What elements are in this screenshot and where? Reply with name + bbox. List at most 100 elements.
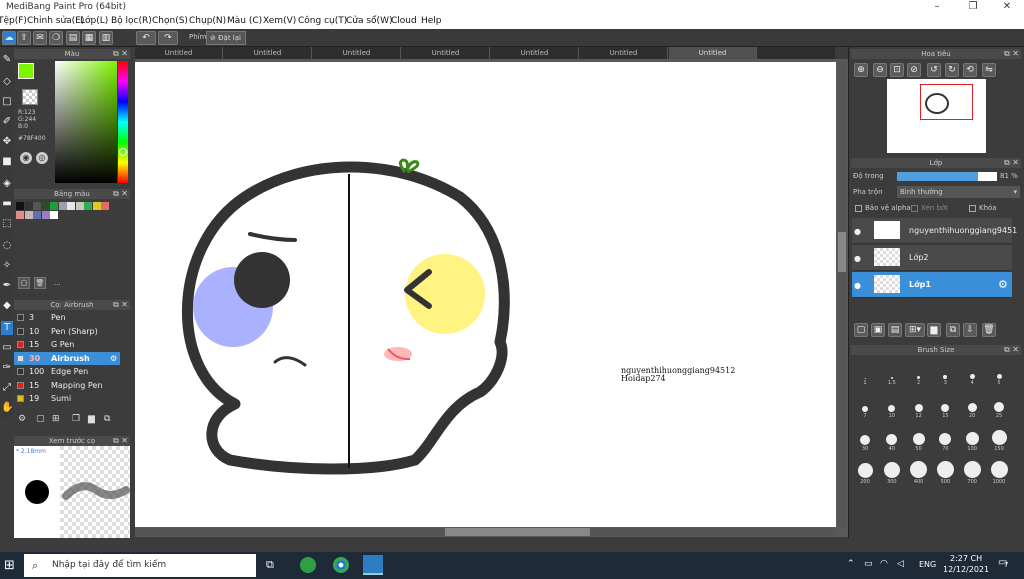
palette-swatch[interactable]	[50, 211, 58, 219]
language-indicator[interactable]: ENG	[919, 560, 936, 569]
foreground-color-swatch[interactable]	[18, 63, 34, 79]
select-eraser-icon[interactable]: ◆	[1, 299, 13, 313]
brush-size-cell[interactable]: 40	[879, 423, 905, 455]
brush-size-cell[interactable]: 4	[959, 357, 985, 389]
upload-icon[interactable]: ⇧	[17, 31, 31, 45]
palette-swatch[interactable]	[67, 202, 75, 210]
duplicate-layer-icon[interactable]: ⧉	[946, 323, 960, 337]
palette-swatch[interactable]	[101, 202, 109, 210]
pen-icon[interactable]: ✐	[1, 115, 13, 129]
dotted-select-icon[interactable]: ⬚	[1, 217, 13, 231]
brush-list-item[interactable]: 10 Pen (Sharp)	[14, 325, 120, 338]
move-icon[interactable]: ✥	[1, 135, 13, 149]
palette-settings-icon[interactable]: ◎	[36, 152, 48, 164]
menu-capture[interactable]: Chụp(N)	[189, 14, 226, 29]
cloud-icon[interactable]: ☁	[2, 31, 16, 45]
layer-row[interactable]: ● Lớp2	[852, 245, 1012, 271]
eraser-icon[interactable]: ◇	[1, 75, 13, 89]
new-brush-icon[interactable]: ▢	[36, 414, 45, 424]
add-layer-menu-icon[interactable]: ⊞▾	[905, 323, 925, 337]
undo-icon[interactable]: ↶	[136, 31, 156, 45]
brush-icon[interactable]: ✎	[1, 53, 13, 67]
menu-view[interactable]: Xem(V)	[263, 14, 296, 29]
chat-icon[interactable]: ❍	[49, 31, 63, 45]
menu-tools[interactable]: Công cụ(T)	[298, 14, 347, 29]
panel-close-icon[interactable]: ⧉ ✕	[113, 300, 128, 310]
palette-more[interactable]: ...	[54, 279, 61, 287]
menu-filter[interactable]: Bộ lọc(R)	[111, 14, 152, 29]
brush-size-cell[interactable]: 10	[879, 390, 905, 422]
menu-edit[interactable]: Chỉnh sửa(E)	[27, 14, 84, 29]
eyedropper-icon[interactable]: ✑	[1, 361, 13, 375]
trash-icon[interactable]: 🗑	[34, 277, 46, 289]
brush-settings-icon[interactable]: ⚙	[18, 414, 26, 424]
palette-swatch[interactable]	[50, 202, 58, 210]
add-palette-icon[interactable]: ▢	[18, 277, 30, 289]
new-layer-icon[interactable]: ▢	[854, 323, 868, 337]
taskbar-search[interactable]: ⌕ Nhập tại đây để tìm kiếm	[24, 554, 256, 577]
panel-close-icon[interactable]: ⧉ ✕	[113, 49, 128, 59]
flip-icon[interactable]: ⇋	[982, 63, 996, 77]
medibang-app-icon[interactable]	[363, 555, 383, 575]
reset-rotation-icon[interactable]: ⟲	[963, 63, 977, 77]
eye-icon[interactable]: ●	[854, 254, 861, 263]
brush-list-item[interactable]: 3 Pen	[14, 311, 120, 324]
menu-help[interactable]: Help	[421, 14, 442, 29]
brush-list-item[interactable]: 19 Sumi	[14, 392, 120, 405]
brush-size-cell[interactable]: 7	[852, 390, 878, 422]
grid-icon[interactable]: ▦	[82, 31, 96, 45]
brush-size-cell[interactable]: 150	[986, 423, 1012, 455]
clock-date[interactable]: 12/12/2021	[943, 565, 989, 574]
palette-swatch[interactable]	[33, 202, 41, 210]
redo-icon[interactable]: ↷	[158, 31, 178, 45]
brush-size-cell[interactable]: 200	[852, 456, 878, 488]
brush-list-item[interactable]: 15 Mapping Pen	[14, 379, 120, 392]
bucket-icon[interactable]: ◈	[1, 177, 13, 191]
panel-close-icon[interactable]: ⧉ ✕	[1004, 158, 1019, 168]
layer-row-selected[interactable]: ● Lớp1 ⚙	[852, 272, 1012, 298]
palette-swatch[interactable]	[92, 202, 101, 210]
tab-untitled-active[interactable]: Untitled	[669, 47, 757, 59]
panel-close-icon[interactable]: ⧉ ✕	[113, 189, 128, 199]
text-icon[interactable]: T	[1, 321, 13, 335]
maximize-button[interactable]: ❐	[956, 0, 990, 14]
brush-size-cell[interactable]: 3	[932, 357, 958, 389]
clock-time[interactable]: 2:27 CH	[950, 554, 982, 563]
panel-close-icon[interactable]: ⧉ ✕	[1004, 345, 1019, 355]
rotate-right-icon[interactable]: ↻	[945, 63, 959, 77]
minimize-button[interactable]: –	[920, 0, 954, 14]
hue-slider[interactable]	[118, 61, 128, 183]
reset-button[interactable]: ⊘ Đặt lại	[206, 31, 246, 45]
brush-size-cell[interactable]: 25	[986, 390, 1012, 422]
tab-untitled[interactable]: Untitled	[313, 47, 401, 59]
brush-size-cell[interactable]: 2	[906, 357, 932, 389]
palette-swatch[interactable]	[16, 211, 24, 219]
merge-down-icon[interactable]: ⇩	[963, 323, 977, 337]
menu-select[interactable]: Chọn(S)	[152, 14, 188, 29]
brush-size-cell[interactable]: 1	[852, 357, 878, 389]
fill-rect-icon[interactable]: ■	[1, 155, 13, 169]
brush-size-cell[interactable]: 1.5	[879, 357, 905, 389]
brush-size-cell[interactable]: 500	[932, 456, 958, 488]
brush-size-cell[interactable]: 20	[959, 390, 985, 422]
menu-file[interactable]: Tệp(F)	[0, 14, 27, 29]
layer-row[interactable]: ● nguyenthihuonggiang9451	[852, 218, 1017, 244]
palette-swatch[interactable]	[75, 202, 84, 210]
trash-icon[interactable]: 🗑	[982, 323, 996, 337]
copy-brush-icon[interactable]: ❐	[72, 414, 80, 424]
new-layer-8bit-icon[interactable]: ▤	[888, 323, 902, 337]
wifi-icon[interactable]: ◠	[880, 559, 888, 569]
palette-swatch[interactable]	[24, 211, 33, 219]
protect-alpha-checkbox[interactable]	[855, 205, 862, 212]
palette-swatch[interactable]	[58, 202, 67, 210]
windows-start-icon[interactable]: ⊞	[4, 558, 15, 573]
folder-icon[interactable]: ▆	[927, 323, 941, 337]
folder-icon[interactable]: ▆	[88, 414, 95, 424]
add-brush-icon[interactable]: ⊞	[52, 414, 60, 424]
brush-list-item[interactable]: 15 G Pen	[14, 338, 120, 351]
fit-icon[interactable]: ⊡	[890, 63, 904, 77]
zoom-out-icon[interactable]: ⊖	[873, 63, 887, 77]
palette-swatch[interactable]	[16, 202, 24, 210]
task-view-icon[interactable]: ⧉	[266, 558, 274, 572]
hue-slider-handle[interactable]	[119, 148, 127, 156]
